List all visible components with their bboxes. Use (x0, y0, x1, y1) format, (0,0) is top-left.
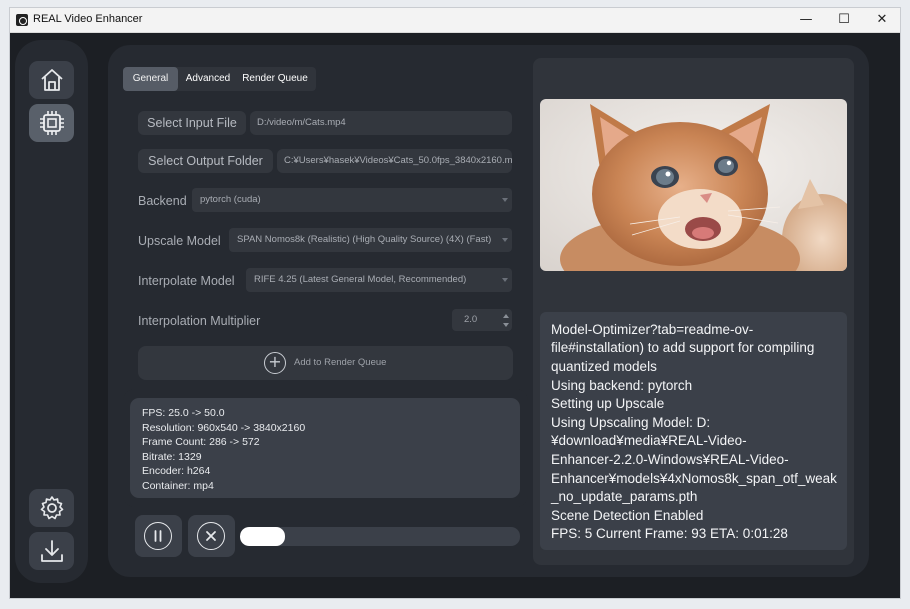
gear-icon (40, 496, 64, 520)
interpolate-model-select[interactable]: RIFE 4.25 (Latest General Model, Recomme… (246, 268, 512, 292)
log-line: Using Upscaling Model: D: (551, 414, 711, 430)
tab-general[interactable]: General (123, 67, 178, 91)
tab-advanced[interactable]: Advanced (182, 67, 234, 91)
close-window-button[interactable]: ✕ (864, 8, 900, 32)
sidebar-item-settings[interactable] (29, 489, 74, 527)
log-line: Using backend: pytorch (551, 377, 693, 393)
log-line: Enhancer-2.2.0-Windows¥REAL-Video- (551, 452, 789, 468)
info-resolution: Resolution: 960x540 -> 3840x2160 (142, 421, 306, 434)
upscale-model-label: Upscale Model (138, 234, 221, 248)
select-output-button[interactable]: Select Output Folder (138, 149, 273, 173)
multiplier-value: 2.0 (464, 314, 478, 325)
download-icon (41, 540, 63, 562)
log-line: ¥download¥media¥REAL-Video- (551, 433, 747, 449)
log-line: file#installation) to add support for co… (551, 340, 815, 356)
plus-icon: + (264, 352, 286, 374)
sidebar-item-processing[interactable] (29, 104, 74, 142)
app-logo-icon (16, 14, 28, 26)
interpolation-multiplier-spinbox[interactable]: 2.0 (452, 309, 512, 331)
close-icon (197, 522, 225, 550)
video-info-box: FPS: 25.0 -> 50.0 Resolution: 960x540 ->… (130, 398, 520, 498)
pause-icon (144, 522, 172, 550)
log-line: Enhancer¥models¥4xNomos8k_span_otf_weak (551, 470, 837, 486)
info-fps: FPS: 25.0 -> 50.0 (142, 407, 225, 419)
backend-label: Backend (138, 194, 187, 208)
info-bitrate: Bitrate: 1329 (142, 450, 202, 463)
interpolate-model-value: RIFE 4.25 (Latest General Model, Recomme… (254, 274, 467, 285)
interpolate-model-label: Interpolate Model (138, 274, 235, 288)
select-input-button[interactable]: Select Input File (138, 111, 246, 135)
minimize-button[interactable]: — (788, 8, 824, 32)
info-encoder: Encoder: h264 (142, 465, 211, 477)
stop-button[interactable] (188, 515, 235, 557)
info-frame-count: Frame Count: 286 -> 572 (142, 436, 260, 448)
input-path-field[interactable]: D:/video/m/Cats.mp4 (250, 111, 512, 135)
add-to-render-queue-label: Add to Render Queue (294, 357, 387, 368)
log-output[interactable]: Model-Optimizer?tab=readme-ov- file#inst… (540, 312, 847, 550)
title-bar: REAL Video Enhancer — ☐ ✕ (10, 8, 900, 33)
maximize-button[interactable]: ☐ (826, 8, 862, 32)
upscale-model-value: SPAN Nomos8k (Realistic) (High Quality S… (237, 234, 492, 245)
log-line: FPS: 5 Current Frame: 93 ETA: 0:01:28 (551, 526, 788, 542)
backend-select[interactable]: pytorch (cuda) (192, 188, 512, 212)
log-line: _no_update_params.pth (551, 489, 698, 505)
sidebar-item-download[interactable] (29, 532, 74, 570)
chevron-down-icon (502, 238, 508, 242)
chip-icon (40, 111, 64, 135)
info-container: Container: mp4 (142, 479, 214, 492)
output-path-field[interactable]: C:¥Users¥hasek¥Videos¥Cats_50.0fps_3840x… (277, 149, 512, 173)
log-lines: Model-Optimizer?tab=readme-ov- file#inst… (551, 321, 841, 544)
home-icon (41, 69, 63, 91)
chevron-down-icon (502, 278, 508, 282)
log-line: quantized models (551, 359, 657, 375)
log-line: Scene Detection Enabled (551, 507, 704, 523)
log-line: Setting up Upscale (551, 396, 665, 412)
sidebar-item-home[interactable] (29, 61, 74, 99)
interpolation-multiplier-label: Interpolation Multiplier (138, 314, 261, 328)
pause-button[interactable] (135, 515, 182, 557)
chevron-down-icon (502, 198, 508, 202)
kitten-preview-image (540, 99, 847, 271)
log-line: Model-Optimizer?tab=readme-ov- (551, 321, 754, 337)
spin-up-icon[interactable] (503, 314, 509, 318)
progress-fill (240, 527, 285, 546)
backend-select-value: pytorch (cuda) (200, 194, 261, 205)
window-title: REAL Video Enhancer (33, 13, 143, 25)
spin-down-icon[interactable] (503, 323, 509, 327)
video-preview-image (540, 99, 847, 271)
sidebar (15, 40, 88, 583)
render-progress-bar (240, 527, 520, 546)
add-to-render-queue-button[interactable]: + Add to Render Queue (138, 346, 513, 380)
tab-render-queue[interactable]: Render Queue (237, 67, 313, 91)
upscale-model-select[interactable]: SPAN Nomos8k (Realistic) (High Quality S… (229, 228, 512, 252)
